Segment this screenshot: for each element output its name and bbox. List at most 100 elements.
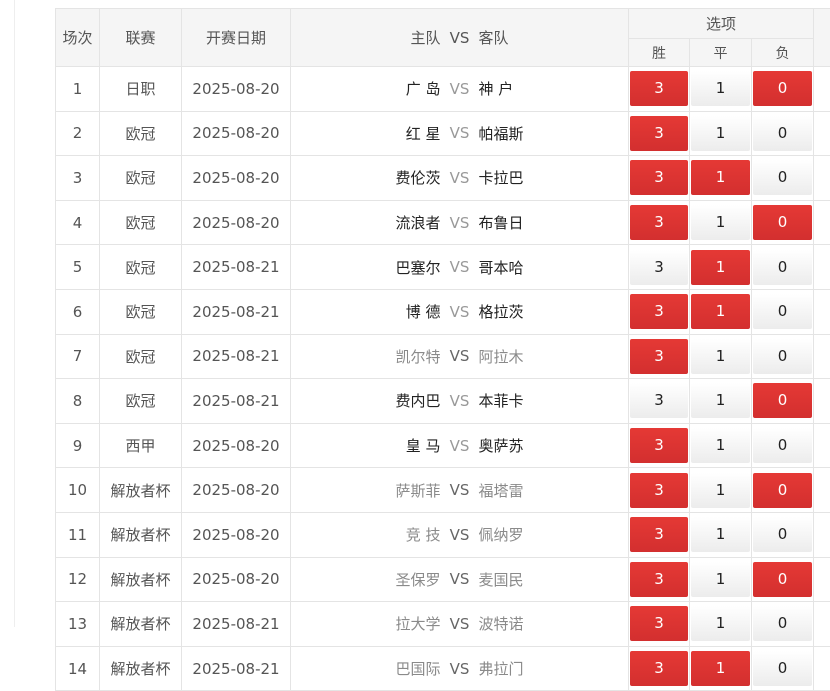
draw-option-button[interactable]: 1 — [691, 116, 750, 151]
draw-option-button[interactable]: 1 — [691, 428, 750, 463]
away-team: 波特诺 — [473, 613, 629, 634]
draw-option-button[interactable]: 1 — [691, 606, 750, 641]
lose-cell: 0 — [752, 156, 814, 201]
win-option-button[interactable]: 3 — [630, 562, 688, 597]
lose-option-button[interactable]: 0 — [753, 383, 812, 418]
lose-option-button[interactable]: 0 — [753, 517, 812, 552]
draw-option-button[interactable]: 1 — [691, 71, 750, 106]
win-cell: 3 — [629, 602, 690, 647]
teams-cell: 博 德 VS 格拉茨 — [291, 289, 629, 334]
draw-cell: 1 — [690, 602, 752, 647]
league-name: 解放者杯 — [100, 468, 182, 513]
win-option-button[interactable]: 3 — [630, 160, 688, 195]
draw-option-button[interactable]: 1 — [691, 473, 750, 508]
draw-cell: 1 — [690, 468, 752, 513]
header-teams: 主队 VS 客队 — [291, 9, 629, 67]
away-team: 阿拉木 — [473, 346, 629, 367]
away-team: 本菲卡 — [473, 390, 629, 411]
draw-option-button[interactable]: 1 — [691, 383, 750, 418]
lose-cell: 0 — [752, 334, 814, 379]
home-team: 费伦茨 — [291, 167, 447, 188]
win-cell: 3 — [629, 245, 690, 290]
draw-option-button[interactable]: 1 — [691, 651, 750, 686]
table-row: 11 解放者杯 2025-08-20 竞 技 VS 佩纳罗 3 1 0 — [56, 512, 830, 557]
win-option-button[interactable]: 3 — [630, 606, 688, 641]
teams-cell: 拉大学 VS 波特诺 — [291, 602, 629, 647]
extra-cell — [814, 111, 830, 156]
league-name: 欧冠 — [100, 289, 182, 334]
win-cell: 3 — [629, 200, 690, 245]
header-home: 主队 — [291, 27, 447, 48]
win-cell: 3 — [629, 111, 690, 156]
league-name: 欧冠 — [100, 156, 182, 201]
lose-option-button[interactable]: 0 — [753, 205, 812, 240]
win-option-button[interactable]: 3 — [630, 294, 688, 329]
table-row: 14 解放者杯 2025-08-21 巴国际 VS 弗拉门 3 1 0 — [56, 646, 830, 691]
match-date: 2025-08-20 — [182, 111, 291, 156]
lose-option-button[interactable]: 0 — [753, 294, 812, 329]
match-number: 3 — [56, 156, 100, 201]
home-team: 竞 技 — [291, 524, 447, 545]
home-team: 皇 马 — [291, 435, 447, 456]
draw-cell: 1 — [690, 379, 752, 424]
win-option-button[interactable]: 3 — [630, 428, 688, 463]
home-team: 巴国际 — [291, 658, 447, 679]
header-away: 客队 — [473, 27, 629, 48]
league-name: 解放者杯 — [100, 512, 182, 557]
win-option-button[interactable]: 3 — [630, 517, 688, 552]
extra-cell — [814, 468, 830, 513]
lose-option-button[interactable]: 0 — [753, 651, 812, 686]
lose-cell: 0 — [752, 67, 814, 112]
win-option-button[interactable]: 3 — [630, 339, 688, 374]
lose-option-button[interactable]: 0 — [753, 606, 812, 641]
draw-option-button[interactable]: 1 — [691, 517, 750, 552]
win-option-button[interactable]: 3 — [630, 250, 688, 285]
draw-cell: 1 — [690, 200, 752, 245]
lose-cell: 0 — [752, 557, 814, 602]
vs-label: VS — [447, 258, 473, 276]
table-row: 3 欧冠 2025-08-20 费伦茨 VS 卡拉巴 3 1 0 — [56, 156, 830, 201]
teams-cell: 红 星 VS 帕福斯 — [291, 111, 629, 156]
match-number: 13 — [56, 602, 100, 647]
draw-option-button[interactable]: 1 — [691, 160, 750, 195]
lose-option-button[interactable]: 0 — [753, 562, 812, 597]
header-league: 联赛 — [100, 9, 182, 67]
win-option-button[interactable]: 3 — [630, 71, 688, 106]
lose-option-button[interactable]: 0 — [753, 250, 812, 285]
win-option-button[interactable]: 3 — [630, 651, 688, 686]
draw-option-button[interactable]: 1 — [691, 250, 750, 285]
draw-cell: 1 — [690, 512, 752, 557]
win-option-button[interactable]: 3 — [630, 473, 688, 508]
draw-option-button[interactable]: 1 — [691, 562, 750, 597]
draw-option-button[interactable]: 1 — [691, 339, 750, 374]
win-option-button[interactable]: 3 — [630, 383, 688, 418]
table-row: 10 解放者杯 2025-08-20 萨斯菲 VS 福塔雷 3 1 0 — [56, 468, 830, 513]
win-option-button[interactable]: 3 — [630, 205, 688, 240]
win-cell: 3 — [629, 557, 690, 602]
lose-option-button[interactable]: 0 — [753, 428, 812, 463]
header-vs: VS — [447, 29, 473, 47]
teams-cell: 广 岛 VS 神 户 — [291, 67, 629, 112]
table-row: 4 欧冠 2025-08-20 流浪者 VS 布鲁日 3 1 0 — [56, 200, 830, 245]
table-body: 1 日职 2025-08-20 广 岛 VS 神 户 3 1 0 2 欧冠 20… — [56, 67, 830, 691]
vs-label: VS — [447, 526, 473, 544]
away-team: 弗拉门 — [473, 658, 629, 679]
lose-option-button[interactable]: 0 — [753, 160, 812, 195]
draw-option-button[interactable]: 1 — [691, 294, 750, 329]
table-row: 9 西甲 2025-08-20 皇 马 VS 奥萨苏 3 1 0 — [56, 423, 830, 468]
header-date: 开赛日期 — [182, 9, 291, 67]
vs-label: VS — [447, 660, 473, 678]
lose-option-button[interactable]: 0 — [753, 339, 812, 374]
match-number: 5 — [56, 245, 100, 290]
league-name: 欧冠 — [100, 111, 182, 156]
lose-option-button[interactable]: 0 — [753, 473, 812, 508]
lose-option-button[interactable]: 0 — [753, 116, 812, 151]
match-date: 2025-08-20 — [182, 468, 291, 513]
vs-label: VS — [447, 303, 473, 321]
away-team: 奥萨苏 — [473, 435, 629, 456]
win-option-button[interactable]: 3 — [630, 116, 688, 151]
draw-option-button[interactable]: 1 — [691, 205, 750, 240]
draw-cell: 1 — [690, 423, 752, 468]
draw-cell: 1 — [690, 557, 752, 602]
lose-option-button[interactable]: 0 — [753, 71, 812, 106]
